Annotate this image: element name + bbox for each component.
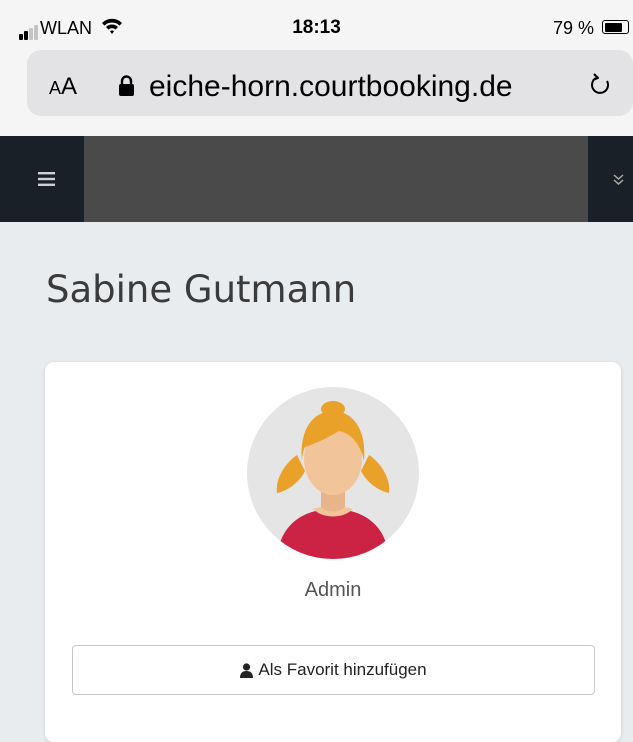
text-size-button[interactable]: AA xyxy=(49,73,77,101)
avatar xyxy=(247,387,419,559)
hamburger-menu-icon[interactable] xyxy=(38,172,55,186)
address-bar[interactable]: AA eiche-horn.courtbooking.de xyxy=(27,50,633,116)
app-navbar xyxy=(0,136,633,222)
text-size-large-a: A xyxy=(61,73,78,100)
battery-fill xyxy=(604,22,622,32)
nav-expand-toggle[interactable] xyxy=(588,136,633,222)
avatar-illustration xyxy=(276,401,390,559)
text-size-small-a: A xyxy=(49,78,62,98)
page-title: Sabine Gutmann xyxy=(46,268,357,311)
battery-icon xyxy=(602,20,629,34)
clock: 18:13 xyxy=(292,17,341,38)
lock-icon xyxy=(119,75,134,96)
menu-toggle[interactable] xyxy=(0,136,84,222)
double-chevron-down-icon[interactable] xyxy=(613,174,624,185)
reload-icon[interactable] xyxy=(590,72,612,96)
add-favorite-label: Als Favorit hinzufügen xyxy=(258,660,427,679)
status-bar: WLAN 18:13 79 % xyxy=(0,0,633,50)
user-icon xyxy=(240,662,254,678)
browser-toolbar: AA eiche-horn.courtbooking.de xyxy=(0,50,633,136)
url-text[interactable]: eiche-horn.courtbooking.de xyxy=(149,70,513,104)
user-role: Admin xyxy=(304,579,362,601)
battery-percent: 79 % xyxy=(553,18,595,38)
profile-card: Admin Als Favorit hinzufügen xyxy=(45,362,621,742)
add-favorite-button[interactable]: Als Favorit hinzufügen xyxy=(72,645,595,695)
